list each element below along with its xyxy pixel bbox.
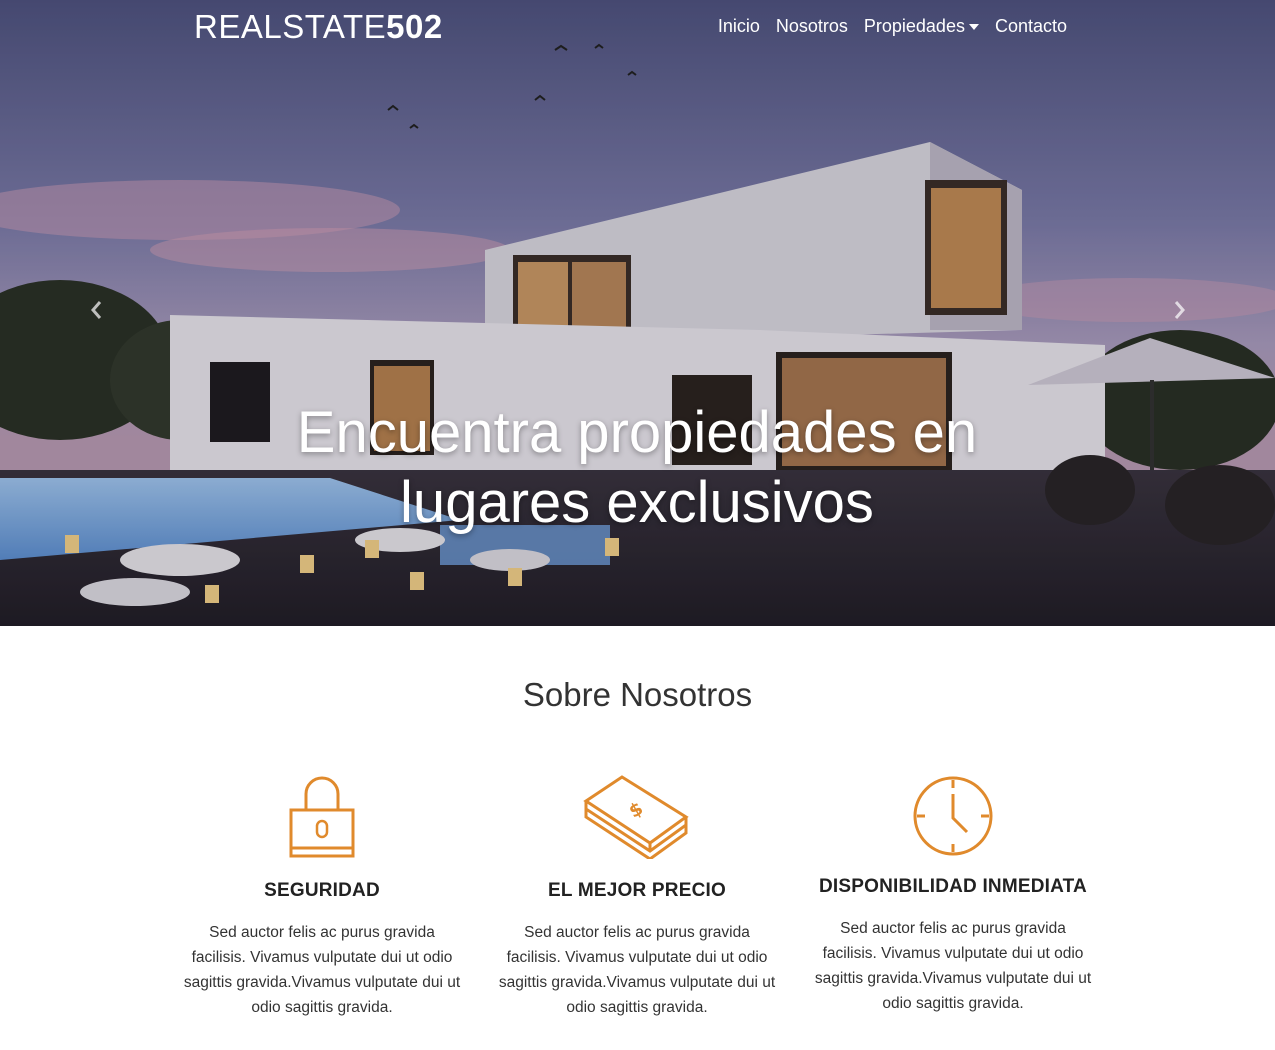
nav-menu: Inicio Nosotros Propiedades Contacto [710,16,1075,37]
nav-link-nosotros[interactable]: Nosotros [768,16,856,37]
caret-down-icon [968,23,979,30]
navbar: REALSTATE502 Inicio Nosotros Propiedades… [0,0,1275,56]
feature-mejor-precio: $ EL MEJOR PRECIO Sed auctor felis ac pu… [487,770,787,1020]
feature-disponibilidad: DISPONIBILIDAD INMEDIATA Sed auctor feli… [803,770,1103,1016]
brand-number: 502 [386,8,443,45]
hero-carousel: REALSTATE502 Inicio Nosotros Propiedades… [0,0,1275,626]
nav-dropdown-propiedades[interactable]: Propiedades [856,16,987,37]
feature-text: Sed auctor felis ac purus gravida facili… [498,924,776,1016]
feature-text: Sed auctor felis ac purus gravida facili… [183,924,461,1016]
feature-heading: SEGURIDAD [264,880,380,901]
svg-text:$: $ [626,798,647,822]
lock-icon [289,776,355,858]
brand-name: REALSTATE [194,8,387,45]
hero-title: Encuentra propiedades en lugares exclusi… [296,400,978,535]
feature-text: Sed auctor felis ac purus gravida facili… [814,920,1092,1012]
about-section-title: Sobre Nosotros [522,676,753,713]
carousel-next-button[interactable] [1160,290,1200,330]
feature-heading: EL MEJOR PRECIO [548,880,726,901]
nav-link-inicio[interactable]: Inicio [710,16,768,37]
brand-logo[interactable]: REALSTATE502 [194,8,443,46]
feature-seguridad: SEGURIDAD Sed auctor felis ac purus grav… [172,770,472,1020]
nav-link-contacto[interactable]: Contacto [987,16,1075,37]
feature-heading: DISPONIBILIDAD INMEDIATA [819,876,1087,897]
chevron-left-icon [91,301,102,319]
nav-dropdown-label: Propiedades [863,16,965,36]
carousel-prev-button[interactable] [76,290,116,330]
clock-icon [913,776,993,856]
money-icon: $ [583,775,689,859]
chevron-right-icon [1174,301,1185,319]
